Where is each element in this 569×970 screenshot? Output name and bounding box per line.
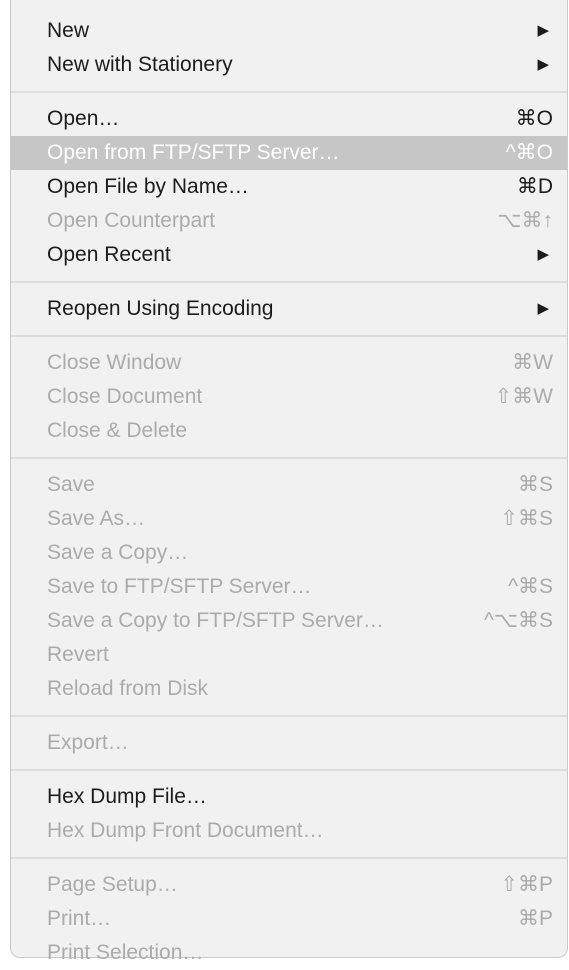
- menu-item-label: Close Window: [47, 351, 182, 374]
- menu-item-shortcut: ⇧⌘S: [500, 507, 553, 530]
- menu-separator: [11, 82, 567, 102]
- menu-item-shortcut: ⌘D: [516, 175, 553, 198]
- menu-item-label: Open Recent: [47, 243, 171, 266]
- menu-item-export[interactable]: Export…: [11, 726, 567, 760]
- menu-item-shortcut: ^⌘S: [508, 575, 553, 598]
- menu-item-label: Save a Copy to FTP/SFTP Server…: [47, 609, 384, 632]
- menu-item-hex-dump-front-document[interactable]: Hex Dump Front Document…: [11, 814, 567, 848]
- submenu-arrow-icon: ▶: [537, 246, 549, 263]
- menu-item-open-recent[interactable]: Open Recent ▶: [11, 238, 567, 272]
- menu-item-close-window[interactable]: Close Window ⌘W: [11, 346, 567, 380]
- menu-item-label: New: [47, 19, 90, 42]
- menu-item-label: Print…: [47, 907, 112, 930]
- menu-item-label: Save a Copy…: [47, 541, 189, 564]
- menu-item-reload-from-disk[interactable]: Reload from Disk: [11, 672, 567, 706]
- menu-item-label: Save: [47, 473, 95, 496]
- menu-item-shortcut: ⌘S: [517, 473, 553, 496]
- menu-item-new-with-stationery[interactable]: New with Stationery ▶: [11, 48, 567, 82]
- menu-item-label: Page Setup…: [47, 873, 178, 896]
- menu-item-revert[interactable]: Revert: [11, 638, 567, 672]
- submenu-arrow-icon: ▶: [537, 300, 549, 317]
- menu-item-label: Revert: [47, 643, 109, 666]
- menu-item-label: Open Counterpart: [47, 209, 216, 232]
- menu-item-label: Open File by Name…: [47, 175, 249, 198]
- menu-item-save-as[interactable]: Save As… ⇧⌘S: [11, 502, 567, 536]
- menu-item-new[interactable]: New ▶: [11, 14, 567, 48]
- menu-item-shortcut: ⌘P: [517, 907, 553, 930]
- menu-item-open-file-by-name[interactable]: Open File by Name… ⌘D: [11, 170, 567, 204]
- menu-item-page-setup[interactable]: Page Setup… ⇧⌘P: [11, 868, 567, 902]
- menu-item-shortcut: ^⌥⌘S: [483, 609, 553, 632]
- menu-separator: [11, 848, 567, 868]
- menu-item-shortcut: ⌘W: [512, 351, 553, 374]
- menu-item-save-a-copy-to-ftp-sftp-server[interactable]: Save a Copy to FTP/SFTP Server… ^⌥⌘S: [11, 604, 567, 638]
- menu-item-label: Open from FTP/SFTP Server…: [47, 141, 340, 164]
- menu-item-shortcut: ⇧⌘P: [500, 873, 553, 896]
- submenu-arrow-icon: ▶: [537, 56, 549, 73]
- menu-item-label: Save to FTP/SFTP Server…: [47, 575, 312, 598]
- menu-item-close-delete[interactable]: Close & Delete: [11, 414, 567, 448]
- menu-item-label: Hex Dump Front Document…: [47, 819, 324, 842]
- menu-item-label: Hex Dump File…: [47, 785, 207, 808]
- menu-item-label: Print Selection…: [47, 941, 204, 964]
- menu-item-label: Open…: [47, 107, 120, 130]
- menu-item-close-document[interactable]: Close Document ⇧⌘W: [11, 380, 567, 414]
- menu-item-print-selection[interactable]: Print Selection…: [11, 936, 567, 970]
- menu-separator: [11, 448, 567, 468]
- menu-item-open-from-ftp-sftp-server[interactable]: Open from FTP/SFTP Server… ^⌘O: [11, 136, 567, 170]
- menu-item-label: New with Stationery: [47, 53, 233, 76]
- menu-item-save[interactable]: Save ⌘S: [11, 468, 567, 502]
- menu-item-label: Reload from Disk: [47, 677, 209, 700]
- menu-item-label: Export…: [47, 731, 129, 754]
- menu-item-label: Reopen Using Encoding: [47, 297, 274, 320]
- menu-item-reopen-using-encoding[interactable]: Reopen Using Encoding ▶: [11, 292, 567, 326]
- menu-item-print[interactable]: Print… ⌘P: [11, 902, 567, 936]
- menu-item-open[interactable]: Open… ⌘O: [11, 102, 567, 136]
- menu-separator: [11, 760, 567, 780]
- submenu-arrow-icon: ▶: [537, 22, 549, 39]
- menu-item-shortcut: ⌥⌘↑: [497, 209, 553, 232]
- menu-separator: [11, 272, 567, 292]
- menu-item-save-a-copy[interactable]: Save a Copy…: [11, 536, 567, 570]
- menu-item-label: Close & Delete: [47, 419, 188, 442]
- menu-item-shortcut: ⌘O: [515, 107, 553, 130]
- menu-separator: [11, 706, 567, 726]
- file-menu: New ▶ New with Stationery ▶ Open… ⌘O Open from…: [10, 0, 568, 964]
- menu-item-save-to-ftp-sftp-server[interactable]: Save to FTP/SFTP Server… ^⌘S: [11, 570, 567, 604]
- menu-item-open-counterpart[interactable]: Open Counterpart ⌥⌘↑: [11, 204, 567, 238]
- menu-item-hex-dump-file[interactable]: Hex Dump File…: [11, 780, 567, 814]
- menu-item-shortcut: ^⌘O: [505, 141, 553, 164]
- menu-item-label: Save As…: [47, 507, 146, 530]
- menu-item-shortcut: ⇧⌘W: [494, 385, 553, 408]
- menu-separator: [11, 326, 567, 346]
- menu-item-label: Close Document: [47, 385, 203, 408]
